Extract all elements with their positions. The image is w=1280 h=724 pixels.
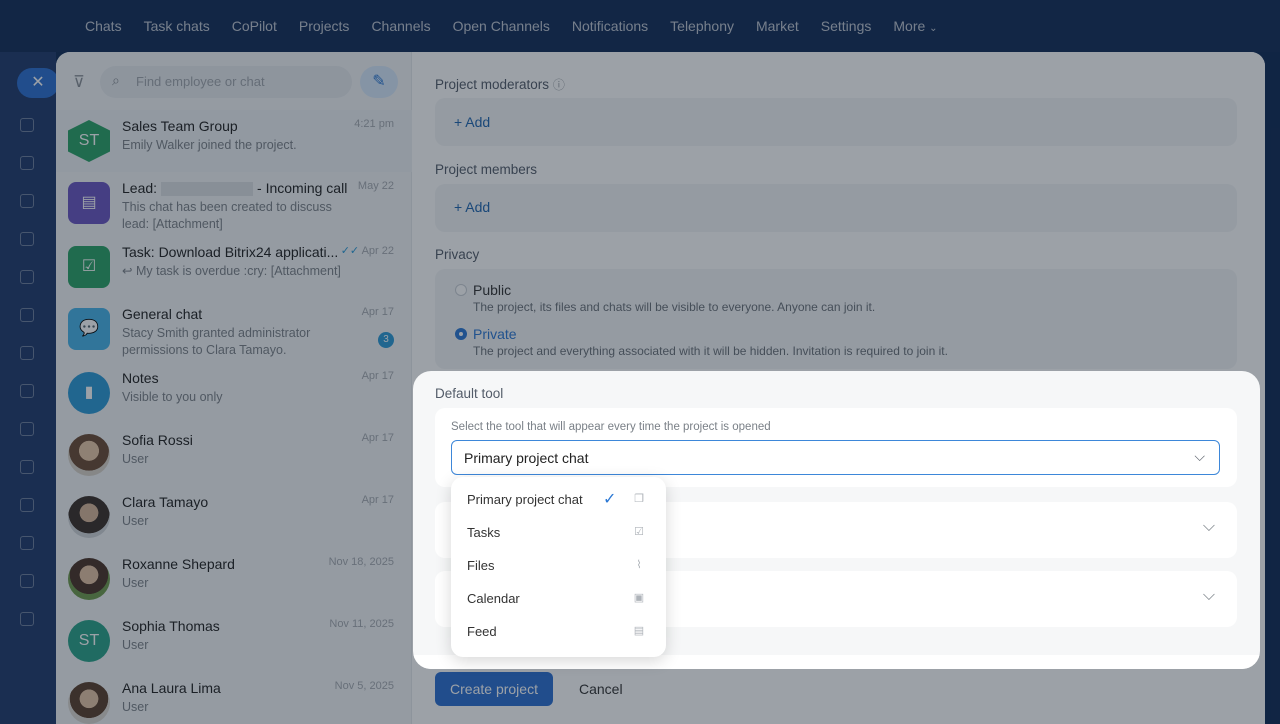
selected-value: Primary project chat xyxy=(464,450,589,466)
option-calendar[interactable]: Calendar ▣ xyxy=(451,582,666,615)
option-label: Feed xyxy=(467,624,497,639)
option-label: Files xyxy=(467,558,495,573)
default-tool-title: Default tool xyxy=(435,386,504,401)
default-tool-dropdown: Primary project chat ✓ ❐ Tasks ☑ Files ⌇… xyxy=(451,477,666,657)
option-tasks[interactable]: Tasks ☑ xyxy=(451,516,666,549)
option-primary-project-chat[interactable]: Primary project chat ✓ ❐ xyxy=(451,483,666,516)
panel-footer-strip xyxy=(413,655,1260,669)
default-tool-select[interactable]: Primary project chat ⌵ xyxy=(451,440,1220,475)
checkmark-icon: ✓ xyxy=(603,491,617,508)
default-tool-card: Select the tool that will appear every t… xyxy=(435,408,1237,487)
task-checkbox-icon: ☑ xyxy=(634,526,644,538)
feed-icon: ▤ xyxy=(633,625,645,637)
chat-icon: ❐ xyxy=(634,493,644,505)
chevron-down-icon: ⌵ xyxy=(1202,518,1215,535)
default-tool-description: Select the tool that will appear every t… xyxy=(451,421,771,433)
chevron-down-icon: ⌵ xyxy=(1194,448,1205,464)
option-label: Primary project chat xyxy=(467,492,583,507)
chevron-down-icon: ⌵ xyxy=(1202,587,1215,604)
calendar-icon: ▣ xyxy=(633,592,645,604)
option-label: Calendar xyxy=(467,591,520,606)
option-feed[interactable]: Feed ▤ xyxy=(451,615,666,648)
paperclip-icon: ⌇ xyxy=(636,559,642,571)
option-files[interactable]: Files ⌇ xyxy=(451,549,666,582)
option-label: Tasks xyxy=(467,525,501,540)
